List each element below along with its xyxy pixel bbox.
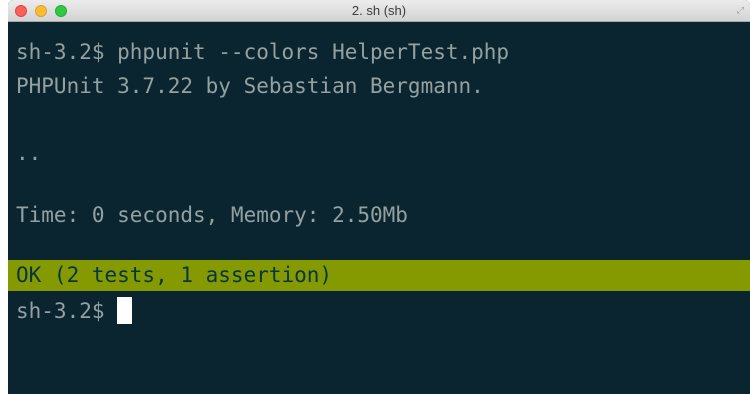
terminal-output[interactable]: sh-3.2$ phpunit --colors HelperTest.php … [8,22,750,394]
window-title: 2. sh (sh) [351,3,407,18]
prompt-line[interactable]: sh-3.2$ [16,296,132,326]
title-bar[interactable]: 2. sh (sh) ⤢ [8,0,750,22]
test-result-text: OK (2 tests, 1 assertion) [16,263,333,287]
command-line: sh-3.2$ phpunit --colors HelperTest.php [16,40,510,64]
fullscreen-icon[interactable]: ⤢ [737,6,744,16]
phpunit-version-line: PHPUnit 3.7.22 by Sebastian Bergmann. [16,74,484,98]
test-result-bar: OK (2 tests, 1 assertion) [8,260,750,291]
text-cursor [116,296,132,324]
shell-prompt: sh-3.2$ [16,299,105,323]
test-progress-line: .. [16,141,42,165]
time-memory-line: Time: 0 seconds, Memory: 2.50Mb [16,203,408,227]
terminal-window: 2. sh (sh) ⤢ sh-3.2$ phpunit --colors He… [8,0,750,394]
